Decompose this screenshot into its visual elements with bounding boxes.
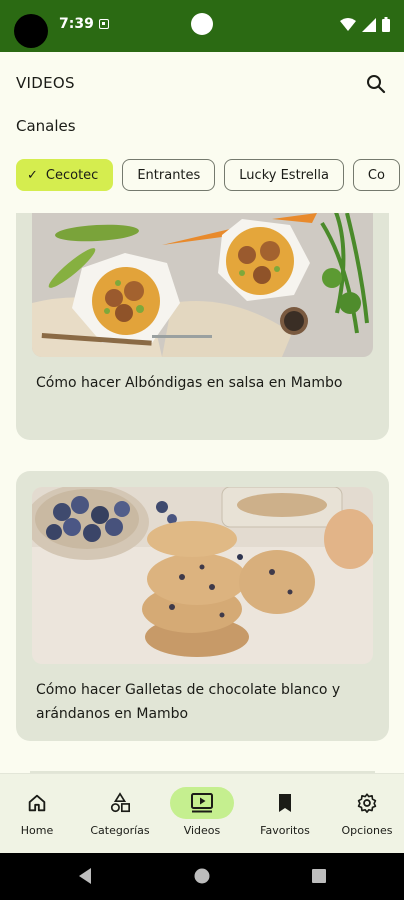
nav-label: Videos	[183, 824, 221, 837]
status-time: 7:39	[59, 16, 94, 32]
video-title: Cómo hacer Galletas de chocolate blanco …	[36, 682, 341, 722]
nav-categories[interactable]: Categorías	[78, 774, 162, 854]
nav-home[interactable]: Home	[0, 774, 79, 854]
video-thumbnail[interactable]	[32, 213, 373, 357]
status-icons	[340, 17, 390, 32]
check-icon: ✓	[27, 167, 38, 183]
channels-label: Canales	[16, 117, 76, 135]
home-nav-icon[interactable]	[194, 868, 210, 884]
wifi-icon	[340, 17, 356, 31]
video-feed[interactable]: Cómo hacer Albóndigas en salsa en Mambo	[0, 213, 404, 773]
chip-entrantes[interactable]: Entrantes	[122, 159, 216, 191]
notification-icon	[99, 19, 109, 29]
settings-icon	[357, 793, 377, 813]
chip-label: Entrantes	[137, 167, 201, 183]
nav-favorites[interactable]: Favoritos	[243, 774, 327, 854]
nav-videos[interactable]: Videos	[160, 774, 244, 854]
chip-lucky-estrella[interactable]: Lucky Estrella	[224, 159, 344, 191]
status-indicator	[191, 13, 213, 35]
nav-label: Opciones	[341, 824, 393, 837]
video-thumbnail[interactable]	[32, 487, 373, 664]
page-title: VIDEOS	[16, 74, 75, 92]
nav-label: Home	[20, 824, 54, 837]
chip-label: Cecotec	[45, 167, 99, 183]
nav-label: Categorías	[90, 824, 150, 837]
video-title: Cómo hacer Albóndigas en salsa en Mambo	[36, 375, 343, 391]
chip-co[interactable]: Co	[352, 159, 400, 191]
chip-cecotec[interactable]: ✓ Cecotec	[16, 159, 114, 191]
chip-label: Co	[367, 167, 385, 183]
video-card[interactable]: Cómo hacer Galletas de chocolate blanco …	[16, 471, 389, 741]
camera-cutout	[14, 14, 48, 48]
system-navigation-bar	[0, 853, 404, 900]
bookmark-icon	[279, 794, 291, 812]
cookies-thumbnail	[32, 487, 373, 664]
home-icon	[28, 794, 46, 812]
categories-icon	[110, 792, 130, 813]
nav-options[interactable]: Opciones	[325, 774, 404, 854]
video-icon	[191, 793, 213, 813]
status-bar: 7:39	[0, 0, 404, 52]
chip-label: Lucky Estrella	[239, 167, 329, 183]
channel-chips: ✓ Cecotec Entrantes Lucky Estrella Co	[16, 159, 404, 191]
meatballs-thumbnail	[32, 213, 373, 357]
search-icon	[367, 75, 386, 94]
bottom-navigation: Home Categorías Videos Favoritos Opcione…	[0, 773, 404, 853]
video-card[interactable]: Cómo hacer Albóndigas en salsa en Mambo	[16, 213, 389, 440]
search-button[interactable]	[364, 72, 388, 96]
nav-label: Favoritos	[260, 824, 310, 837]
recents-icon[interactable]	[312, 869, 326, 883]
battery-icon	[382, 17, 390, 32]
back-icon[interactable]	[77, 867, 93, 885]
signal-icon	[362, 17, 376, 32]
